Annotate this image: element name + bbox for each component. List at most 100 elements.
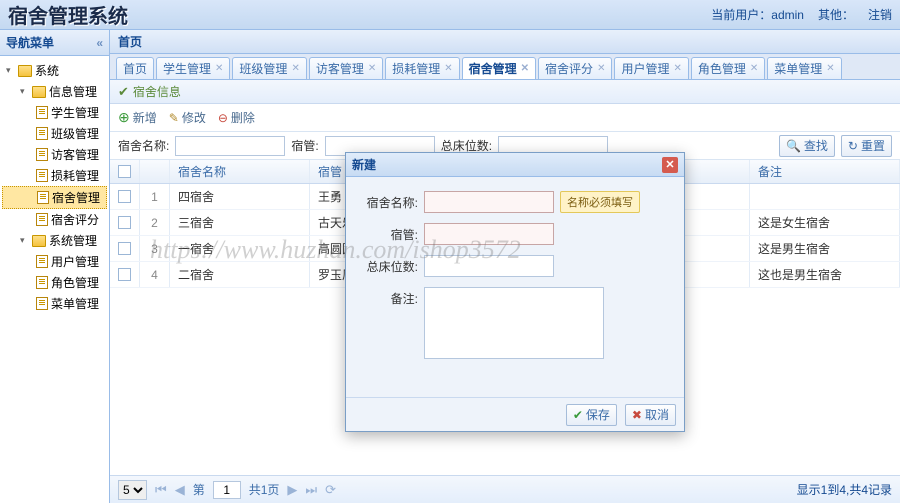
breadcrumb: 首页 (110, 30, 900, 54)
search-name-label: 宿舍名称: (118, 137, 169, 154)
cancel-button[interactable]: ✖取消 (625, 404, 676, 426)
pencil-icon: ✎ (169, 111, 179, 125)
tab-close-icon[interactable]: ✕ (750, 63, 758, 74)
search-icon: 🔍 (786, 139, 801, 153)
tree-node-class[interactable]: 班级管理 (2, 123, 107, 144)
page-icon (36, 297, 48, 310)
search-name-input[interactable] (175, 136, 285, 156)
tab-close-icon[interactable]: ✕ (215, 63, 223, 74)
tree-node-menu[interactable]: 菜单管理 (2, 293, 107, 314)
tab-close-icon[interactable]: ✕ (673, 63, 681, 74)
pager-status: 显示1到4,共4记录 (797, 481, 892, 498)
tab-bar: 首页学生管理✕班级管理✕访客管理✕损耗管理✕宿舍管理✕宿舍评分✕用户管理✕角色管… (110, 54, 900, 80)
prev-page-icon[interactable]: ◀ (175, 482, 185, 498)
page-icon (36, 148, 48, 161)
row-checkbox[interactable] (118, 268, 131, 281)
search-button[interactable]: 🔍查找 (779, 135, 835, 157)
tab-close-icon[interactable]: ✕ (826, 63, 834, 74)
tree-node-student[interactable]: 学生管理 (2, 102, 107, 123)
page-size-select[interactable]: 5 (118, 480, 147, 500)
row-checkbox[interactable] (118, 242, 131, 255)
dialog-header[interactable]: 新建 ✕ (346, 153, 684, 177)
logout-link[interactable]: 注销 (868, 6, 892, 23)
tab-close-icon[interactable]: ✕ (521, 63, 529, 74)
col-remark[interactable]: 备注 (750, 160, 900, 183)
tab-3[interactable]: 访客管理✕ (309, 57, 383, 79)
page-icon (37, 191, 49, 204)
field-remark-input[interactable] (424, 287, 604, 359)
field-keeper-input[interactable] (424, 223, 554, 245)
col-name[interactable]: 宿舍名称 (170, 160, 310, 183)
tab-7[interactable]: 用户管理✕ (614, 57, 688, 79)
other-label: 其他： (818, 6, 854, 23)
tree-node-consume[interactable]: 损耗管理 (2, 165, 107, 186)
delete-button[interactable]: ⊖删除 (218, 109, 255, 126)
tree-node-user[interactable]: 用户管理 (2, 251, 107, 272)
app-header: 宿舍管理系统 当前用户：admin 其他： 注销 (0, 0, 900, 30)
collapse-icon[interactable]: « (96, 36, 103, 50)
tab-2[interactable]: 班级管理✕ (232, 57, 306, 79)
folder-icon (32, 235, 46, 247)
dialog-title: 新建 (352, 156, 376, 173)
plus-icon: ⊕ (118, 109, 130, 126)
next-page-icon[interactable]: ▶ (287, 482, 297, 498)
app-title: 宿舍管理系统 (8, 0, 128, 29)
page-icon (36, 276, 48, 289)
search-keeper-label: 宿管: (291, 137, 318, 154)
reset-button[interactable]: ↻重置 (841, 135, 892, 157)
tab-9[interactable]: 菜单管理✕ (767, 57, 841, 79)
tab-close-icon[interactable]: ✕ (597, 63, 605, 74)
tree-node-info-mgmt[interactable]: ▾信息管理 (2, 81, 107, 102)
refresh-page-icon[interactable]: ⟳ (325, 482, 336, 498)
tab-close-icon[interactable]: ✕ (291, 63, 299, 74)
last-page-icon[interactable]: ⏭ (305, 482, 317, 498)
tab-5[interactable]: 宿舍管理✕ (462, 57, 536, 79)
field-name-label: 宿舍名称: (358, 191, 418, 211)
tree-node-system[interactable]: ▾系统 (2, 60, 107, 81)
check-icon: ✔ (573, 408, 583, 422)
new-dialog: 新建 ✕ 宿舍名称: 名称必须填写 宿管: 总床位数: 备注: ✔保存 ✖取消 (345, 152, 685, 432)
field-beds-label: 总床位数: (358, 255, 418, 275)
field-beds-input[interactable] (424, 255, 554, 277)
sidebar-title: 导航菜单 « (0, 30, 109, 56)
validation-warning: 名称必须填写 (560, 191, 640, 213)
tree-node-sys-mgmt[interactable]: ▾系统管理 (2, 230, 107, 251)
tree-node-role[interactable]: 角色管理 (2, 272, 107, 293)
page-icon (36, 213, 48, 226)
tree-node-visitor[interactable]: 访客管理 (2, 144, 107, 165)
tab-close-icon[interactable]: ✕ (444, 63, 452, 74)
row-checkbox[interactable] (118, 216, 131, 229)
nav-tree: ▾系统 ▾信息管理 学生管理 班级管理 访客管理 损耗管理 宿舍管理 宿舍评分 … (0, 56, 109, 503)
close-icon[interactable]: ✕ (662, 157, 678, 173)
save-button[interactable]: ✔保存 (566, 404, 617, 426)
check-icon: ✔ (118, 84, 129, 100)
tree-node-rating[interactable]: 宿舍评分 (2, 209, 107, 230)
refresh-icon: ↻ (848, 139, 858, 153)
tab-4[interactable]: 损耗管理✕ (385, 57, 459, 79)
panel-title: ✔宿舍信息 (110, 80, 900, 104)
page-icon (36, 169, 48, 182)
tab-0[interactable]: 首页 (116, 57, 154, 79)
toolbar: ⊕新增 ✎修改 ⊖删除 (110, 104, 900, 132)
page-icon (36, 106, 48, 119)
field-keeper-label: 宿管: (358, 223, 418, 243)
field-name-input[interactable] (424, 191, 554, 213)
row-checkbox[interactable] (118, 190, 131, 203)
current-user-label: 当前用户：admin (711, 6, 804, 23)
tab-close-icon[interactable]: ✕ (368, 63, 376, 74)
tab-1[interactable]: 学生管理✕ (156, 57, 230, 79)
header-right: 当前用户：admin 其他： 注销 (711, 6, 892, 23)
page-icon (36, 127, 48, 140)
tab-6[interactable]: 宿舍评分✕ (538, 57, 612, 79)
edit-button[interactable]: ✎修改 (169, 109, 206, 126)
page-icon (36, 255, 48, 268)
minus-icon: ⊖ (218, 111, 228, 125)
add-button[interactable]: ⊕新增 (118, 109, 157, 126)
cancel-icon: ✖ (632, 408, 642, 422)
tab-8[interactable]: 角色管理✕ (691, 57, 765, 79)
first-page-icon[interactable]: ⏮ (155, 482, 167, 498)
select-all-checkbox[interactable] (118, 165, 131, 178)
tree-node-dorm[interactable]: 宿舍管理 (2, 186, 107, 209)
page-input[interactable] (213, 481, 241, 499)
pager: 5 ⏮ ◀ 第 共1页 ▶ ⏭ ⟳ 显示1到4,共4记录 (110, 475, 900, 503)
